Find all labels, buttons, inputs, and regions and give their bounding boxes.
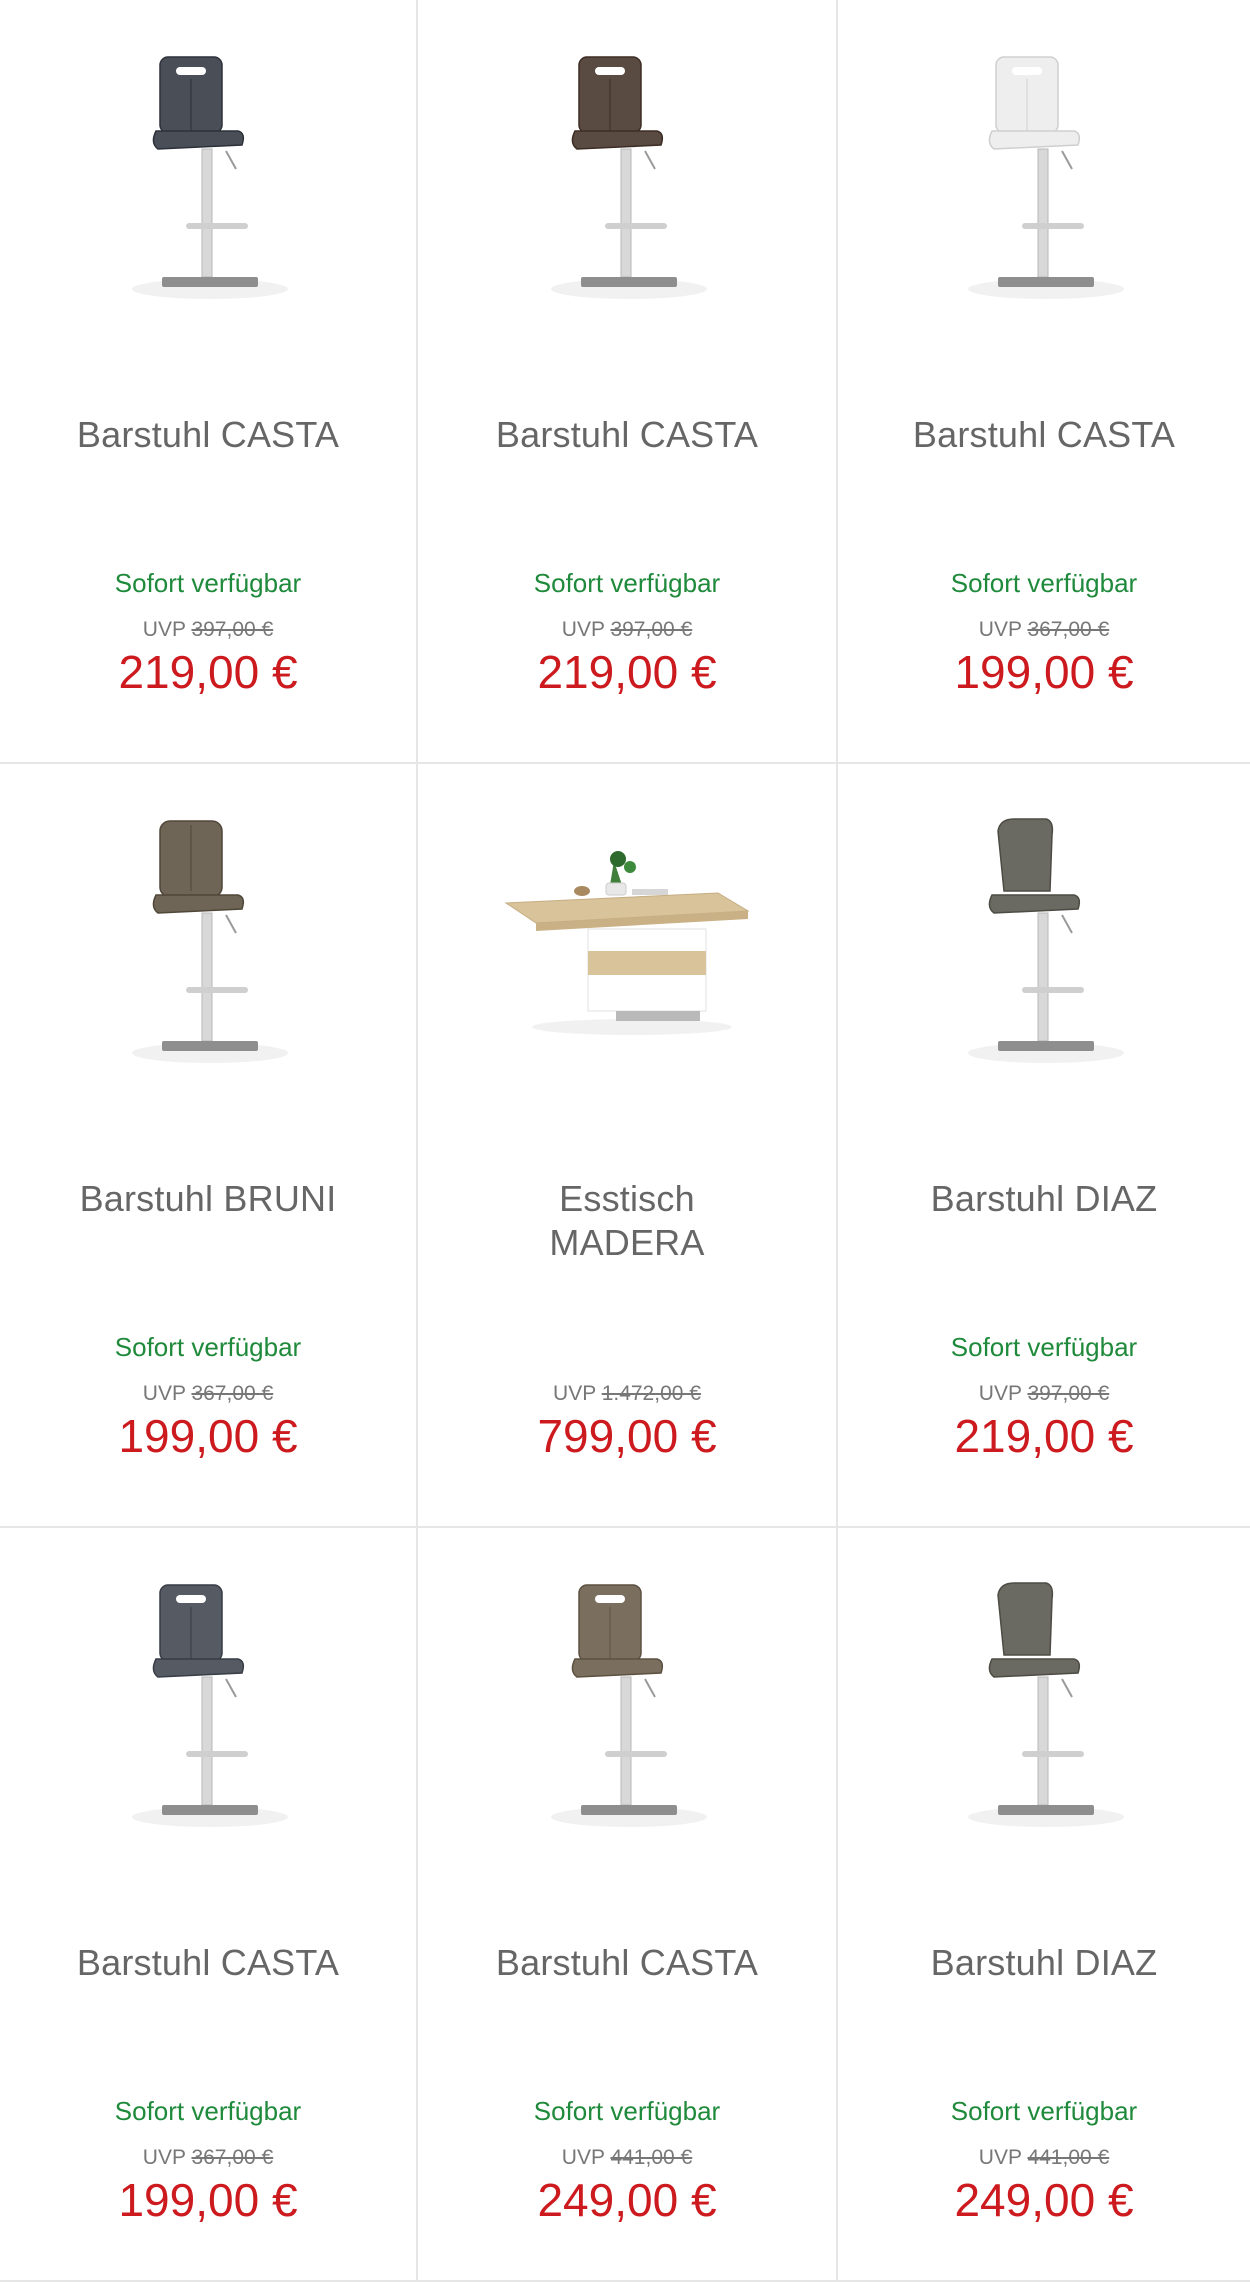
bar-stool-icon <box>551 56 707 299</box>
availability-label: Sofort verfügbar <box>950 2096 1138 2126</box>
price: 799,00 € <box>537 1410 717 1462</box>
price: 249,00 € <box>954 2174 1134 2226</box>
uvp-label: UVP <box>142 1382 186 1405</box>
price: 199,00 € <box>118 2174 298 2226</box>
availability-label: Sofort verfügbar <box>114 568 302 598</box>
uvp-label: UVP <box>561 2146 605 2169</box>
product-card[interactable]: Barstuhl CASTA Sofort verfügbar UVP 441,… <box>418 1528 838 2282</box>
bar-stool-icon <box>551 1584 707 1827</box>
availability-label: Sofort verfügbar <box>950 1332 1138 1362</box>
uvp-price: 397,00 € <box>1027 1382 1110 1405</box>
uvp-price: 367,00 € <box>191 1382 274 1405</box>
price: 219,00 € <box>118 646 298 698</box>
uvp-price: 397,00 € <box>191 618 274 641</box>
price: 219,00 € <box>537 646 717 698</box>
product-card[interactable]: Esstisch MADERA UVP 1.472,00 € 799,00 € <box>418 764 838 1528</box>
uvp-price: 367,00 € <box>191 2146 274 2169</box>
product-image[interactable] <box>418 1550 836 1860</box>
uvp-row: UVP 441,00 € <box>838 2144 1250 2172</box>
uvp-row: UVP 397,00 € <box>0 616 416 644</box>
product-card[interactable]: Barstuhl CASTA Sofort verfügbar UVP 397,… <box>0 0 418 764</box>
product-name[interactable]: Barstuhl CASTA <box>20 413 396 457</box>
product-name[interactable]: Barstuhl CASTA <box>858 413 1230 457</box>
product-image[interactable] <box>0 786 416 1096</box>
product-image[interactable] <box>0 22 416 332</box>
uvp-price: 1.472,00 € <box>601 1382 701 1405</box>
product-card[interactable]: Barstuhl CASTA Sofort verfügbar UVP 367,… <box>838 0 1250 764</box>
uvp-row: UVP 397,00 € <box>838 1380 1250 1408</box>
uvp-row: UVP 367,00 € <box>838 616 1250 644</box>
bar-stool-icon <box>968 818 1124 1063</box>
uvp-price: 441,00 € <box>1027 2146 1110 2169</box>
availability-label: Sofort verfügbar <box>114 2096 302 2126</box>
product-name[interactable]: Barstuhl CASTA <box>438 413 816 457</box>
uvp-row: UVP 397,00 € <box>418 616 836 644</box>
product-image[interactable] <box>418 786 836 1096</box>
product-name[interactable]: Barstuhl CASTA <box>20 1941 396 1985</box>
uvp-label: UVP <box>561 618 605 641</box>
bar-stool-icon <box>132 820 288 1063</box>
uvp-label: UVP <box>142 618 186 641</box>
product-name[interactable]: Barstuhl BRUNI <box>20 1177 396 1221</box>
product-card[interactable]: Barstuhl CASTA Sofort verfügbar UVP 397,… <box>418 0 838 764</box>
dining-table-icon <box>504 851 750 1035</box>
price: 219,00 € <box>954 1410 1134 1462</box>
availability-label: Sofort verfügbar <box>114 1332 302 1362</box>
uvp-row: UVP 367,00 € <box>0 2144 416 2172</box>
product-card[interactable]: Barstuhl BRUNI Sofort verfügbar UVP 367,… <box>0 764 418 1528</box>
uvp-price: 367,00 € <box>1027 618 1110 641</box>
availability-label: Sofort verfügbar <box>950 568 1138 598</box>
price: 199,00 € <box>118 1410 298 1462</box>
product-image[interactable] <box>838 786 1250 1096</box>
product-name[interactable]: Barstuhl DIAZ <box>858 1177 1230 1221</box>
uvp-row: UVP 441,00 € <box>418 2144 836 2172</box>
product-image[interactable] <box>838 1550 1250 1860</box>
bar-stool-icon <box>968 1582 1124 1827</box>
uvp-label: UVP <box>978 618 1022 641</box>
uvp-row: UVP 1.472,00 € <box>418 1380 836 1408</box>
uvp-label: UVP <box>553 1382 596 1405</box>
uvp-price: 397,00 € <box>610 618 693 641</box>
bar-stool-icon <box>968 56 1124 299</box>
product-image[interactable] <box>0 1550 416 1860</box>
product-name[interactable]: Esstisch MADERA <box>538 1177 716 1265</box>
product-image[interactable] <box>418 22 836 332</box>
price: 199,00 € <box>954 646 1134 698</box>
bar-stool-icon <box>132 1584 288 1827</box>
availability-label: Sofort verfügbar <box>533 568 721 598</box>
bar-stool-icon <box>132 56 288 299</box>
availability-label: Sofort verfügbar <box>533 2096 721 2126</box>
uvp-label: UVP <box>978 2146 1022 2169</box>
uvp-label: UVP <box>142 2146 186 2169</box>
product-grid: Barstuhl CASTA Sofort verfügbar UVP 397,… <box>0 0 1250 2282</box>
product-card[interactable]: Barstuhl CASTA Sofort verfügbar UVP 367,… <box>0 1528 418 2282</box>
price: 249,00 € <box>537 2174 717 2226</box>
product-image[interactable] <box>838 22 1250 332</box>
uvp-row: UVP 367,00 € <box>0 1380 416 1408</box>
product-card[interactable]: Barstuhl DIAZ Sofort verfügbar UVP 397,0… <box>838 764 1250 1528</box>
product-name[interactable]: Barstuhl CASTA <box>438 1941 816 1985</box>
product-name[interactable]: Barstuhl DIAZ <box>858 1941 1230 1985</box>
uvp-label: UVP <box>978 1382 1022 1405</box>
uvp-price: 441,00 € <box>610 2146 693 2169</box>
product-card[interactable]: Barstuhl DIAZ Sofort verfügbar UVP 441,0… <box>838 1528 1250 2282</box>
